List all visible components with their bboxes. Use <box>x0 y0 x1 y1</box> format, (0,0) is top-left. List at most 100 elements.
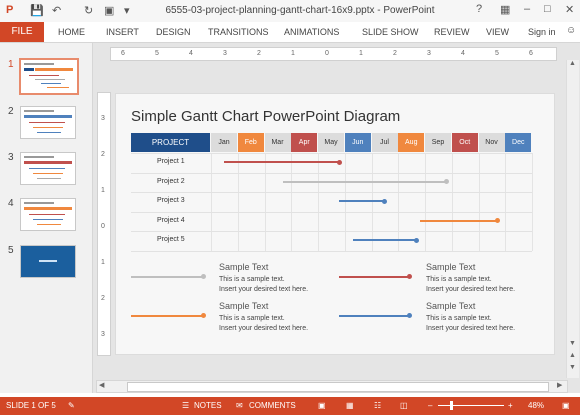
project-label: Project 2 <box>157 177 185 185</box>
legend-text-1-line2: Insert your desired text here. <box>219 286 309 293</box>
fit-slide-icon[interactable]: ▣ <box>562 401 570 410</box>
slide-thumbnail-2[interactable] <box>20 106 76 139</box>
legend-line-1 <box>131 276 204 278</box>
slide-number: 3 <box>8 152 14 163</box>
month-header-jul: Jul <box>371 133 398 152</box>
grid-column-line <box>291 153 293 251</box>
comments-button[interactable]: COMMENTS <box>249 401 296 410</box>
tab-animations[interactable]: ANIMATIONS <box>284 27 339 37</box>
legend-line-2 <box>339 276 410 278</box>
tab-review[interactable]: REVIEW <box>434 27 470 37</box>
month-header-sep: Sep <box>425 133 451 152</box>
project-timeline-bar <box>352 239 417 241</box>
legend-text-1-line1: This is a sample text. <box>219 276 285 283</box>
slide-thumbnail-3[interactable] <box>20 152 76 185</box>
grid-column-line <box>451 153 453 251</box>
project-timeline-bar <box>339 200 385 202</box>
legend-text-4-line2: Insert your desired text here. <box>426 325 516 332</box>
tab-design[interactable]: DESIGN <box>156 27 191 37</box>
normal-view-icon[interactable]: ▣ <box>318 401 326 410</box>
legend-dot-4 <box>407 313 412 318</box>
sign-in-link[interactable]: Sign in <box>528 27 556 37</box>
project-label: Project 1 <box>157 158 185 165</box>
grid-row-line <box>131 211 532 213</box>
month-header-oct: Oct <box>451 133 478 152</box>
smiley-feedback-icon[interactable]: ☺ <box>566 25 576 36</box>
slide-thumbnail-4[interactable] <box>20 198 76 231</box>
horizontal-ruler: 6 5 4 3 2 1 0 1 2 3 4 5 6 <box>110 47 557 61</box>
help-icon[interactable]: ? <box>476 3 482 15</box>
notes-button[interactable]: NOTES <box>194 401 222 410</box>
horizontal-scrollbar[interactable]: ◀ ▶ <box>96 380 568 393</box>
legend-line-4 <box>339 315 410 317</box>
reading-view-icon[interactable]: ☷ <box>374 401 381 410</box>
vertical-scrollbar[interactable]: ▲ ▼ ▲ ▼ <box>566 60 579 378</box>
grid-column-line <box>371 153 373 251</box>
legend-line-3 <box>131 315 204 317</box>
slide-number: 5 <box>8 245 14 256</box>
undo-icon[interactable]: ↶ <box>52 4 61 17</box>
zoom-out-icon[interactable]: – <box>428 401 432 410</box>
slide-title[interactable]: Simple Gantt Chart PowerPoint Diagram <box>131 108 400 125</box>
customize-quick-access-icon[interactable]: ▾ <box>124 4 130 17</box>
project-end-marker <box>494 218 500 223</box>
window-title: 6555-03-project-planning-gantt-chart-16x… <box>165 5 435 16</box>
month-header-aug: Aug <box>398 133 425 152</box>
tab-home[interactable]: HOME <box>58 27 85 37</box>
project-label: Project 5 <box>157 236 185 243</box>
maximize-icon[interactable]: □ <box>544 3 551 15</box>
legend-text-2-line1: This is a sample text. <box>426 276 492 283</box>
legend-text-3-line2: Insert your desired text here. <box>219 325 309 332</box>
redo-icon[interactable]: ↻ <box>84 4 93 17</box>
zoom-in-icon[interactable]: + <box>508 401 513 410</box>
comments-icon[interactable]: ✉ <box>236 401 243 410</box>
project-timeline-bar <box>283 180 447 183</box>
scroll-down-icon[interactable]: ▼ <box>569 340 576 347</box>
grid-row-line <box>131 172 532 174</box>
scroll-right-icon[interactable]: ▶ <box>557 381 562 389</box>
scroll-up-icon[interactable]: ▲ <box>569 60 576 67</box>
slide-show-icon[interactable]: ◫ <box>400 401 408 410</box>
zoom-slider-track[interactable] <box>438 405 504 406</box>
month-header-jan: Jan <box>211 133 237 152</box>
grid-column-line <box>237 153 239 251</box>
tab-view[interactable]: VIEW <box>486 27 509 37</box>
month-header-may: May <box>318 133 344 152</box>
slide-sorter-icon[interactable]: ▦ <box>346 401 354 410</box>
notes-icon[interactable]: ☰ <box>182 401 189 410</box>
legend-text-2-line2: Insert your desired text here. <box>426 286 516 293</box>
zoom-level[interactable]: 48% <box>528 401 544 410</box>
project-label: Project 3 <box>157 197 185 204</box>
tab-transitions[interactable]: TRANSITIONS <box>208 27 269 37</box>
scroll-left-icon[interactable]: ◀ <box>99 381 104 389</box>
spelling-check-icon[interactable]: ✎ <box>68 401 75 410</box>
month-header-nov: Nov <box>478 133 505 152</box>
tab-slide-show[interactable]: SLIDE SHOW <box>362 27 419 37</box>
grid-column-line <box>425 153 426 251</box>
month-header-feb: Feb <box>237 133 264 152</box>
save-icon[interactable]: 💾 <box>30 4 44 17</box>
grid-column-line <box>211 153 212 251</box>
month-header-apr: Apr <box>291 133 318 152</box>
file-tab[interactable]: FILE <box>0 22 44 42</box>
project-timeline-bar <box>419 219 498 222</box>
previous-slide-icon[interactable]: ▲ <box>569 352 576 359</box>
project-timeline-bar <box>224 161 340 163</box>
vertical-ruler: 3 2 1 0 1 2 3 <box>97 92 111 356</box>
minimize-icon[interactable]: – <box>524 3 530 15</box>
tab-insert[interactable]: INSERT <box>106 27 139 37</box>
zoom-slider-thumb[interactable] <box>450 401 453 410</box>
grid-column-line <box>344 153 346 251</box>
scroll-thumb[interactable] <box>127 382 549 392</box>
next-slide-icon[interactable]: ▼ <box>569 364 576 371</box>
ribbon-display-options-icon[interactable]: ▦ <box>500 3 510 16</box>
grid-column-line <box>264 153 266 251</box>
grid-row-line <box>131 231 532 232</box>
start-from-beginning-icon[interactable]: ▣ <box>104 4 114 17</box>
grid-column-line <box>532 153 533 251</box>
slide-thumbnail-1[interactable] <box>19 58 79 95</box>
legend-heading-3: Sample Text <box>219 301 269 311</box>
close-icon[interactable]: ✕ <box>565 3 574 16</box>
slide-thumbnail-5[interactable] <box>20 245 76 278</box>
slide-number: 1 <box>8 59 14 70</box>
